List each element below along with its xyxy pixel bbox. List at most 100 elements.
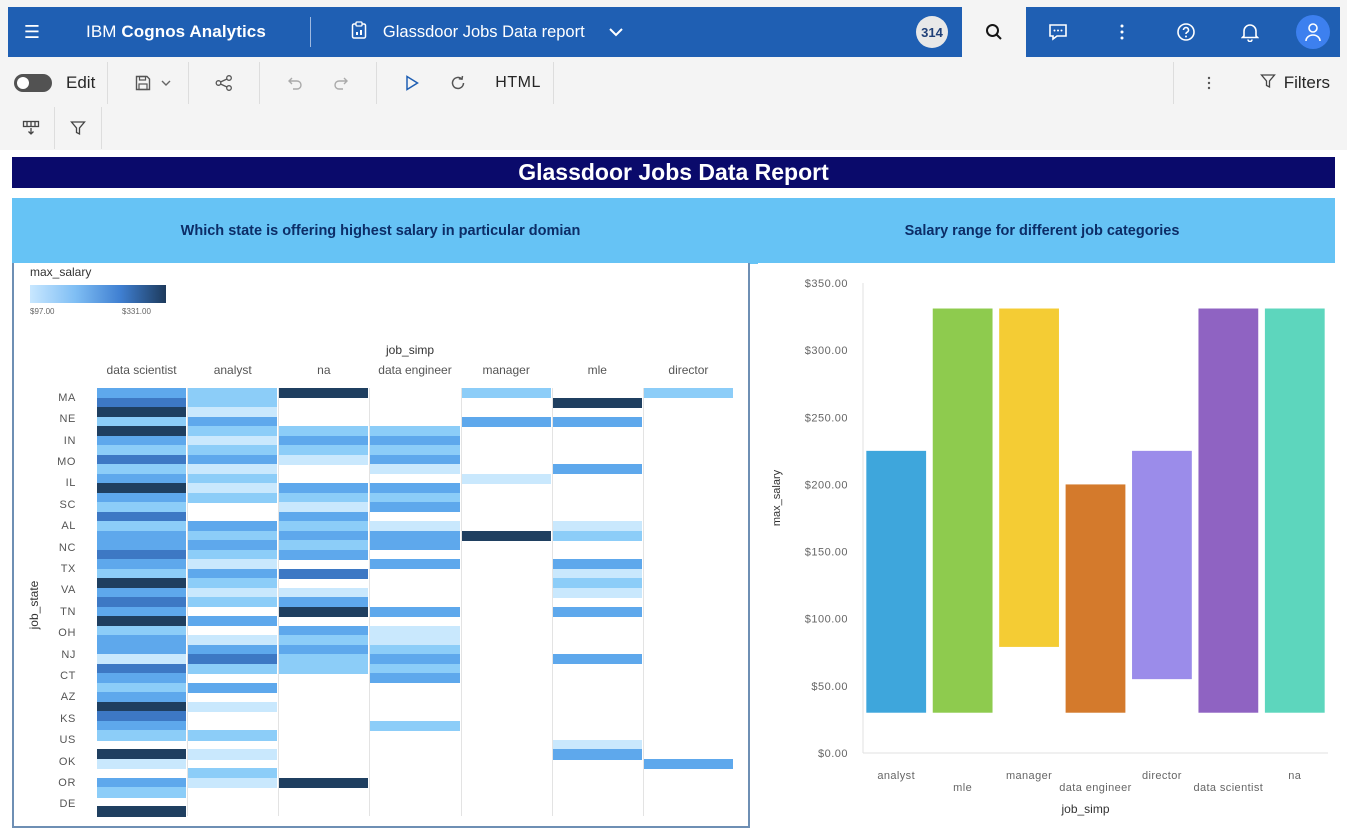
heatmap-cell[interactable]: [279, 663, 369, 674]
heatmap-row-label: MO: [57, 455, 76, 468]
x-tick-label: mle: [953, 782, 972, 794]
heatmap-cell[interactable]: [279, 388, 369, 399]
heatmap-cell[interactable]: [552, 587, 642, 598]
x-tick-label: director: [1142, 770, 1182, 782]
bar-chart[interactable]: $0.00 $50.00 $100.00 $150.00 $200.00 $250.00 $…: [758, 263, 1338, 828]
heatmap-cell[interactable]: [461, 530, 551, 541]
brand: IBM Cognos Analytics: [86, 22, 266, 42]
heatmap-cell[interactable]: [552, 464, 642, 475]
heatmap-cell[interactable]: [97, 806, 187, 817]
heatmap-row-label: VA: [60, 584, 76, 597]
heatmap-cell[interactable]: [279, 606, 369, 617]
chevron-down-icon[interactable]: [607, 23, 625, 41]
output-format-html[interactable]: HTML: [495, 74, 541, 92]
heatmap-cell[interactable]: [370, 559, 460, 570]
heatmap-grid[interactable]: [96, 388, 734, 817]
heatmap-cell[interactable]: [188, 730, 278, 741]
heatmap-cell[interactable]: [279, 568, 369, 579]
y-tick-label: $300.00: [805, 345, 848, 357]
heatmap-column-label: data scientist: [106, 363, 177, 377]
heatmap-row-label: NC: [58, 541, 76, 554]
undo-icon[interactable]: [272, 76, 318, 90]
heatmap-cell[interactable]: [552, 606, 642, 617]
heatmap-row-label: OR: [58, 776, 76, 789]
range-bar[interactable]: [866, 450, 927, 713]
bar-chart-panel[interactable]: $0.00 $50.00 $100.00 $150.00 $200.00 $250.00 $…: [758, 263, 1338, 828]
bell-icon[interactable]: [1218, 7, 1282, 57]
secondary-toolbar: [8, 107, 118, 149]
y-axis-title: max_salary: [771, 469, 783, 526]
help-icon[interactable]: [1154, 7, 1218, 57]
heatmap-cell[interactable]: [188, 701, 278, 712]
heatmap-cell[interactable]: [188, 682, 278, 693]
toolbar-divider: [259, 62, 261, 104]
heatmap-cell[interactable]: [97, 730, 187, 741]
x-axis-title: job_simp: [386, 343, 435, 357]
report-toolbar: Edit HTML Filters: [8, 62, 1340, 104]
heatmap-column-label: data engineer: [378, 363, 452, 377]
menu-icon[interactable]: ☰: [8, 22, 56, 43]
heatmap-cell[interactable]: [188, 597, 278, 608]
heatmap-cell[interactable]: [188, 777, 278, 789]
heatmap-cell[interactable]: [643, 388, 733, 399]
heatmap-cell[interactable]: [552, 654, 642, 665]
heatmap-cell[interactable]: [370, 720, 460, 731]
heatmap-cell[interactable]: [643, 758, 733, 770]
heatmap-cell[interactable]: [188, 749, 278, 760]
heatmap-cell[interactable]: [188, 616, 278, 627]
heatmap-cell[interactable]: [279, 777, 369, 789]
filter-icon: [1259, 73, 1276, 94]
heatmap-cell[interactable]: [188, 663, 278, 674]
heatmap-cell[interactable]: [279, 454, 369, 465]
overflow-menu-icon[interactable]: [1090, 7, 1154, 57]
y-tick-label: $200.00: [805, 479, 848, 491]
overflow-menu-icon[interactable]: [1186, 76, 1232, 90]
heatmap-cell[interactable]: [552, 397, 642, 408]
filters-button[interactable]: Filters: [1232, 73, 1340, 94]
chevron-down-icon[interactable]: [156, 78, 176, 88]
x-tick-label: analyst: [877, 770, 915, 782]
share-icon[interactable]: [201, 75, 247, 91]
refresh-icon[interactable]: [435, 75, 481, 91]
heatmap-panel[interactable]: max_salary $97.00 $331.00 job_simp job_s…: [12, 263, 750, 828]
toolbar-divider: [552, 62, 554, 104]
heatmap-column-label: na: [317, 363, 331, 377]
heatmap-cell[interactable]: [97, 758, 187, 770]
notification-count-badge[interactable]: 314: [916, 16, 948, 48]
heatmap-row-label: KS: [60, 712, 76, 725]
heatmap-cell[interactable]: [188, 492, 278, 503]
range-bar[interactable]: [999, 308, 1059, 647]
heatmap-cell[interactable]: [370, 673, 460, 684]
heatmap-cell[interactable]: [552, 416, 642, 427]
heatmap-cell[interactable]: [461, 388, 551, 399]
redo-icon[interactable]: [318, 76, 364, 90]
range-bar[interactable]: [1065, 484, 1126, 713]
report-title[interactable]: Glassdoor Jobs Data report: [383, 23, 585, 42]
insert-icon[interactable]: [8, 107, 54, 149]
heatmap-cell[interactable]: [279, 549, 369, 560]
y-tick-label: $150.00: [805, 547, 848, 559]
range-bar[interactable]: [1264, 308, 1325, 713]
heatmap-cell[interactable]: [370, 502, 460, 513]
heatmap-row-label: IL: [65, 477, 76, 490]
heatmap-cell[interactable]: [370, 464, 460, 475]
filter-icon[interactable]: [55, 107, 101, 149]
range-bar[interactable]: [1198, 308, 1259, 713]
filters-label: Filters: [1283, 73, 1330, 92]
heatmap-cell[interactable]: [97, 787, 187, 798]
heatmap-cell[interactable]: [552, 530, 642, 541]
heatmap-cell[interactable]: [461, 473, 551, 484]
heatmap-row-label: NE: [59, 413, 76, 426]
heatmap-cell[interactable]: [461, 416, 551, 427]
chat-icon[interactable]: [1026, 7, 1090, 57]
range-bar[interactable]: [1132, 450, 1192, 680]
edit-mode-toggle[interactable]: [14, 74, 52, 92]
heatmap-cell[interactable]: [552, 749, 642, 760]
heatmap-cell[interactable]: [370, 540, 460, 551]
y-tick-label: $0.00: [818, 748, 848, 760]
user-avatar-icon[interactable]: [1296, 15, 1330, 49]
heatmap-cell[interactable]: [370, 606, 460, 617]
search-icon[interactable]: [962, 7, 1026, 57]
run-icon[interactable]: [389, 75, 435, 91]
range-bar[interactable]: [932, 308, 993, 713]
